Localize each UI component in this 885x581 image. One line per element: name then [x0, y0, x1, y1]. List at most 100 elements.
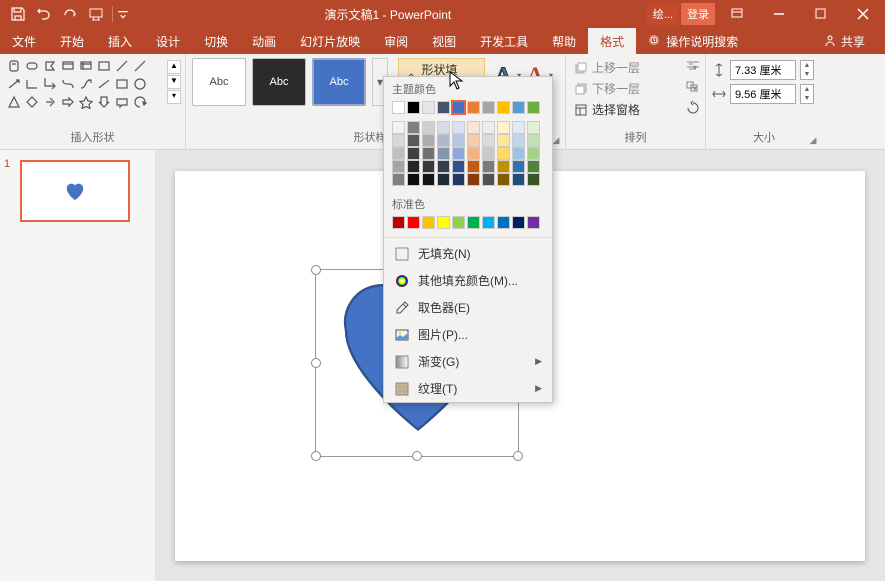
maximize-button[interactable] [801, 0, 841, 28]
color-swatch[interactable] [512, 101, 525, 114]
login-button[interactable]: 登录 [681, 3, 715, 25]
color-swatch[interactable] [422, 101, 435, 114]
color-swatch[interactable] [467, 121, 480, 134]
gallery-up-icon[interactable]: ▲ [167, 60, 181, 74]
color-swatch[interactable] [452, 160, 465, 173]
save-button[interactable] [6, 3, 30, 25]
resize-handle[interactable] [412, 451, 422, 461]
color-swatch[interactable] [422, 147, 435, 160]
color-swatch[interactable] [437, 173, 450, 186]
resize-handle[interactable] [311, 451, 321, 461]
color-swatch[interactable] [437, 160, 450, 173]
color-swatch[interactable] [407, 173, 420, 186]
color-swatch[interactable] [452, 121, 465, 134]
dialog-launcher-icon[interactable]: ◢ [807, 134, 819, 146]
resize-handle[interactable] [513, 451, 523, 461]
align-button[interactable] [685, 60, 701, 77]
color-swatch[interactable] [422, 134, 435, 147]
color-swatch[interactable] [422, 216, 435, 229]
tab-format[interactable]: 格式 [588, 28, 636, 54]
undo-button[interactable] [32, 3, 56, 25]
gradient-fill-item[interactable]: 渐变(G)▶ [384, 348, 552, 375]
tab-review[interactable]: 审阅 [372, 28, 420, 54]
color-swatch[interactable] [467, 134, 480, 147]
style-preset-2[interactable]: Abc [252, 58, 306, 106]
color-swatch[interactable] [467, 216, 480, 229]
shape-style-gallery[interactable]: Abc Abc Abc ▾ [192, 58, 388, 106]
color-swatch[interactable] [467, 173, 480, 186]
color-swatch[interactable] [392, 101, 405, 114]
width-spinner[interactable]: ▲▼ [800, 84, 814, 104]
texture-fill-item[interactable]: 纹理(T)▶ [384, 375, 552, 402]
drawing-tools-tag[interactable]: 绘... [647, 3, 679, 25]
color-swatch[interactable] [407, 101, 420, 114]
color-swatch[interactable] [452, 134, 465, 147]
color-swatch[interactable] [512, 121, 525, 134]
share-button[interactable]: 共享 [811, 28, 877, 54]
selection-pane-button[interactable]: 选择窗格 [572, 100, 699, 119]
color-swatch[interactable] [482, 173, 495, 186]
color-swatch[interactable] [392, 134, 405, 147]
color-swatch[interactable] [392, 173, 405, 186]
tab-design[interactable]: 设计 [144, 28, 192, 54]
style-preset-1[interactable]: Abc [192, 58, 246, 106]
color-swatch[interactable] [452, 101, 465, 114]
tab-home[interactable]: 开始 [48, 28, 96, 54]
tab-transitions[interactable]: 切换 [192, 28, 240, 54]
color-swatch[interactable] [482, 216, 495, 229]
color-swatch[interactable] [512, 216, 525, 229]
color-swatch[interactable] [512, 147, 525, 160]
color-swatch[interactable] [497, 101, 510, 114]
color-swatch[interactable] [467, 160, 480, 173]
color-swatch[interactable] [437, 101, 450, 114]
eyedropper-item[interactable]: 取色器(E) [384, 294, 552, 321]
slideshow-button[interactable] [84, 3, 108, 25]
color-swatch[interactable] [407, 134, 420, 147]
color-swatch[interactable] [452, 216, 465, 229]
width-input[interactable]: 9.56 厘米 [730, 84, 796, 104]
color-swatch[interactable] [497, 216, 510, 229]
color-swatch[interactable] [392, 216, 405, 229]
tab-insert[interactable]: 插入 [96, 28, 144, 54]
tab-view[interactable]: 视图 [420, 28, 468, 54]
color-swatch[interactable] [422, 121, 435, 134]
color-swatch[interactable] [422, 173, 435, 186]
tab-slideshow[interactable]: 幻灯片放映 [288, 28, 372, 54]
color-swatch[interactable] [437, 134, 450, 147]
resize-handle[interactable] [311, 265, 321, 275]
resize-handle[interactable] [311, 358, 321, 368]
color-swatch[interactable] [422, 160, 435, 173]
color-swatch[interactable] [482, 160, 495, 173]
color-swatch[interactable] [407, 160, 420, 173]
color-swatch[interactable] [527, 160, 540, 173]
picture-fill-item[interactable]: 图片(P)... [384, 321, 552, 348]
bring-forward-button[interactable]: 上移一层▾ [572, 58, 699, 77]
color-swatch[interactable] [497, 147, 510, 160]
color-swatch[interactable] [452, 173, 465, 186]
color-swatch[interactable] [482, 134, 495, 147]
color-swatch[interactable] [392, 147, 405, 160]
tab-help[interactable]: 帮助 [540, 28, 588, 54]
height-spinner[interactable]: ▲▼ [800, 60, 814, 80]
color-swatch[interactable] [392, 160, 405, 173]
color-swatch[interactable] [512, 134, 525, 147]
close-button[interactable] [843, 0, 883, 28]
tab-file[interactable]: 文件 [0, 28, 48, 54]
style-preset-3[interactable]: Abc [312, 58, 366, 106]
color-swatch[interactable] [527, 147, 540, 160]
tab-developer[interactable]: 开发工具 [468, 28, 540, 54]
gallery-more-icon[interactable]: ▾ [167, 90, 181, 104]
color-swatch[interactable] [452, 147, 465, 160]
color-swatch[interactable] [467, 101, 480, 114]
shapes-gallery[interactable] [6, 58, 179, 110]
rotate-button[interactable] [685, 100, 701, 117]
send-backward-button[interactable]: 下移一层▾ [572, 79, 699, 98]
color-swatch[interactable] [527, 134, 540, 147]
tab-animations[interactable]: 动画 [240, 28, 288, 54]
color-swatch[interactable] [512, 173, 525, 186]
color-swatch[interactable] [392, 121, 405, 134]
color-swatch[interactable] [527, 101, 540, 114]
minimize-button[interactable] [759, 0, 799, 28]
color-swatch[interactable] [437, 147, 450, 160]
color-swatch[interactable] [407, 121, 420, 134]
